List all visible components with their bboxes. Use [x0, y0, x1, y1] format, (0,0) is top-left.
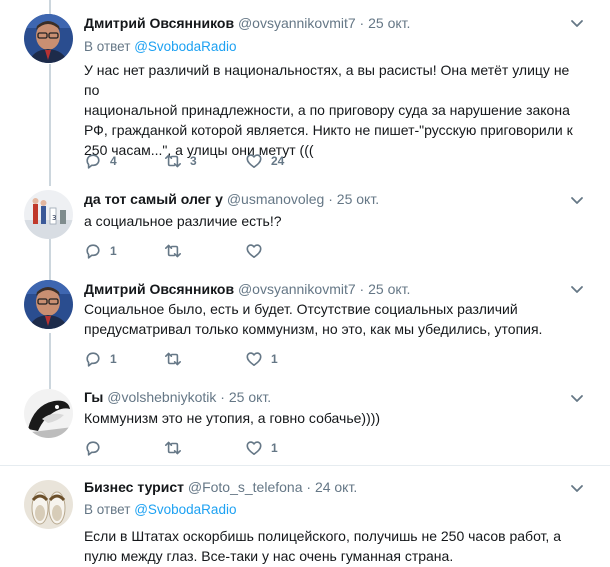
reply-button[interactable]: 1: [84, 349, 117, 369]
reply-prefix: В ответ: [84, 502, 131, 517]
reply-count: 1: [110, 352, 117, 366]
chevron-down-icon[interactable]: [570, 16, 584, 30]
tweet-header: Бизнес турист @Foto_s_telefona · 24 окт.: [84, 478, 357, 496]
author-name[interactable]: Дмитрий Овсянников: [84, 15, 234, 31]
author-name[interactable]: да тот самый олег у: [84, 191, 223, 207]
tweet[interactable]: Дмитрий Овсянников @ovsyannikovmit7 · 25…: [0, 0, 610, 186]
author-name[interactable]: Бизнес турист: [84, 479, 184, 495]
tweet-date[interactable]: 25 окт.: [368, 281, 410, 297]
reply-icon: [86, 154, 100, 169]
tweet-header: да тот самый олег у @usmanovoleg · 25 ок…: [84, 190, 379, 208]
author-handle[interactable]: @usmanovoleg: [227, 191, 325, 207]
tweet-text-line: а социальное различие есть!?: [84, 213, 282, 229]
author-handle[interactable]: @ovsyannikovmit7: [238, 281, 356, 297]
retweet-button[interactable]: 3: [164, 151, 197, 171]
reply-button[interactable]: 4: [84, 151, 117, 171]
like-button[interactable]: 24: [245, 151, 284, 171]
tweet-text-line: Социальное было, есть и будет. Отсутстви…: [84, 301, 518, 317]
tweet-text-line: 250 часам...", а улицы они метут (((: [84, 142, 314, 158]
author-name[interactable]: Гы: [84, 389, 103, 405]
retweet-icon: [165, 352, 181, 366]
reply-to-line: В ответ @SvobodaRadio: [84, 501, 236, 519]
reply-button[interactable]: 1: [84, 241, 117, 261]
heart-icon: [246, 352, 262, 366]
tweet-text: Социальное было, есть и будет. Отсутстви…: [84, 299, 584, 339]
chevron-down-icon[interactable]: [570, 282, 584, 296]
retweet-button[interactable]: [164, 438, 190, 458]
author-name[interactable]: Дмитрий Овсянников: [84, 281, 234, 297]
heart-icon: [246, 441, 262, 455]
retweet-button[interactable]: [164, 349, 190, 369]
heart-icon: [246, 244, 262, 258]
separator-dot: ·: [359, 15, 365, 31]
retweet-icon: [165, 154, 181, 168]
tweet-text-line: У нас нет различий в национальностях, а …: [84, 62, 570, 98]
like-button[interactable]: 1: [245, 438, 278, 458]
heart-icon: [246, 154, 262, 168]
tweet-date[interactable]: 24 окт.: [315, 479, 357, 495]
tweet-header: Дмитрий Овсянников @ovsyannikovmit7 · 25…: [84, 14, 410, 32]
reply-to-link[interactable]: @SvobodaRadio: [134, 502, 236, 517]
tweet-text-line: национальной принадлежности, а по пригов…: [84, 102, 570, 118]
retweet-icon: [165, 441, 181, 455]
avatar[interactable]: [24, 480, 73, 529]
tweet-text-line: Коммунизм это не утопия, а говно собачье…: [84, 410, 381, 426]
avatar[interactable]: 3: [24, 190, 73, 239]
tweet[interactable]: Дмитрий Овсянников @ovsyannikovmit7 · 25…: [0, 272, 610, 380]
tweet-text-line: пулю между глаз. Все-таки у нас очень гу…: [84, 548, 454, 564]
chevron-down-icon[interactable]: [570, 481, 584, 495]
reply-icon: [86, 352, 100, 367]
tweet[interactable]: Бизнес турист @Foto_s_telefona · 24 окт.…: [0, 466, 610, 567]
tweet-text-line: Если в Штатах оскорбишь полицейского, по…: [84, 528, 561, 544]
like-count: 1: [271, 352, 278, 366]
avatar[interactable]: [24, 280, 73, 329]
tweet-header: Гы @volshebniykotik · 25 окт.: [84, 388, 271, 406]
reply-icon: [86, 441, 100, 456]
reply-prefix: В ответ: [84, 39, 131, 54]
reply-to-line: В ответ @SvobodaRadio: [84, 38, 236, 56]
svg-text:3: 3: [52, 214, 56, 222]
reply-icon: [86, 244, 100, 259]
tweet-date[interactable]: 25 окт.: [229, 389, 271, 405]
author-handle[interactable]: @volshebniykotik: [107, 389, 216, 405]
chevron-down-icon[interactable]: [570, 193, 584, 207]
author-handle[interactable]: @ovsyannikovmit7: [238, 15, 356, 31]
reply-count: 1: [110, 244, 117, 258]
retweet-icon: [165, 244, 181, 258]
tweet-date[interactable]: 25 окт.: [368, 15, 410, 31]
avatar[interactable]: [24, 389, 73, 438]
avatar[interactable]: [24, 14, 73, 63]
retweet-count: 3: [190, 154, 197, 168]
author-handle[interactable]: @Foto_s_telefona: [188, 479, 303, 495]
separator-dot: ·: [328, 191, 333, 207]
separator-dot: ·: [220, 389, 225, 405]
like-button[interactable]: [245, 241, 271, 261]
tweet-date[interactable]: 25 окт.: [337, 191, 379, 207]
tweet-text: Если в Штатах оскорбишь полицейского, по…: [84, 526, 584, 566]
retweet-button[interactable]: [164, 241, 190, 261]
separator-dot: ·: [306, 479, 312, 495]
like-button[interactable]: 1: [245, 349, 278, 369]
reply-to-link[interactable]: @SvobodaRadio: [134, 39, 236, 54]
tweet-text-line: РФ, гражданкой которой является. Никто н…: [84, 122, 573, 138]
reply-count: 4: [110, 154, 117, 168]
reply-button[interactable]: [84, 438, 110, 458]
like-count: 1: [271, 441, 278, 455]
tweet-header: Дмитрий Овсянников @ovsyannikovmit7 · 25…: [84, 280, 410, 298]
tweet-text: У нас нет различий в национальностях, а …: [84, 60, 584, 160]
tweet-text: Коммунизм это не утопия, а говно собачье…: [84, 408, 584, 428]
chevron-down-icon[interactable]: [570, 391, 584, 405]
tweet-timeline: Дмитрий Овсянников @ovsyannikovmit7 · 25…: [0, 0, 610, 567]
tweet[interactable]: Гы @volshebniykotik · 25 окт. Коммунизм …: [0, 380, 610, 464]
separator-dot: ·: [359, 281, 365, 297]
tweet-text: а социальное различие есть!?: [84, 211, 584, 231]
tweet-text-line: предусматривал только коммунизм, но это,…: [84, 321, 543, 337]
tweet[interactable]: 3 да тот самый олег у @usmanovoleg · 25 …: [0, 186, 610, 272]
like-count: 24: [271, 154, 285, 168]
